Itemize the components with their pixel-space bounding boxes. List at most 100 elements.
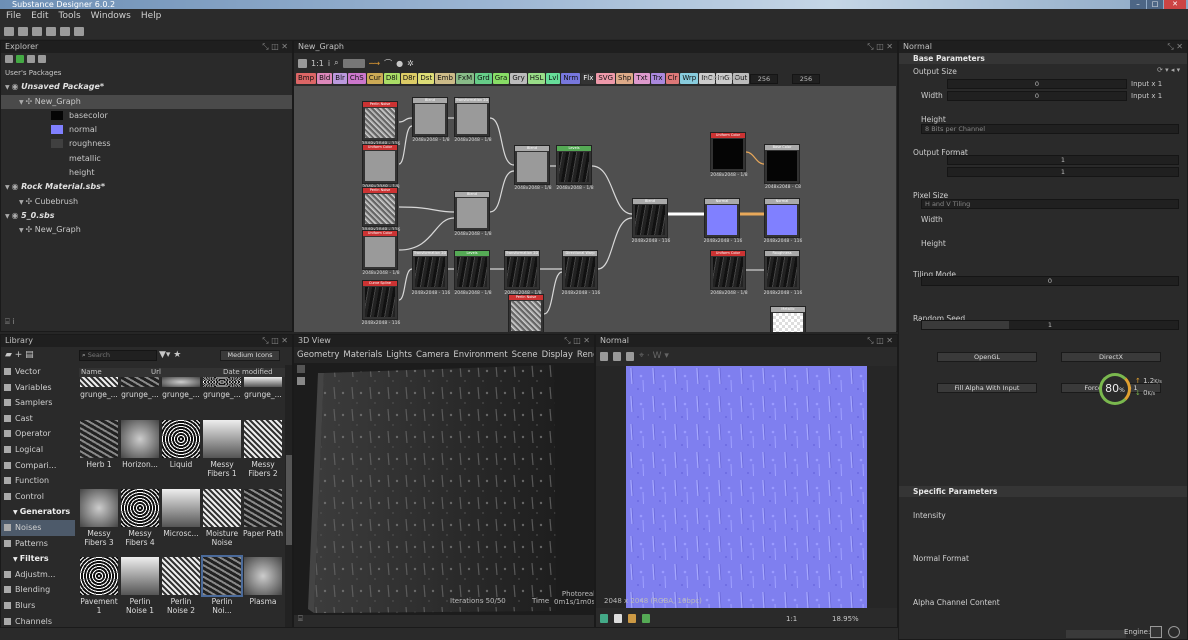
library-search-input[interactable]: ⌕ Search xyxy=(79,350,157,361)
filter-button[interactable]: Bmp xyxy=(296,73,317,84)
filter-button[interactable]: Shp xyxy=(616,73,634,84)
explorer-item[interactable]: ▼ ✣ New_Graph xyxy=(1,223,292,237)
filter-button[interactable]: Blr xyxy=(333,73,347,84)
px-height-field[interactable]: 1 xyxy=(947,167,1179,177)
filter-button[interactable]: Lvl xyxy=(546,73,561,84)
explorer-item[interactable]: height xyxy=(1,166,292,180)
view3d-footer-icon[interactable]: ⌸ xyxy=(298,614,303,624)
output-format-select[interactable]: 8 Bits per Channel xyxy=(921,124,1179,134)
filter-button[interactable]: ChS xyxy=(347,73,366,84)
filter-button[interactable]: Wrp xyxy=(680,73,699,84)
graph-node[interactable]: Levels 2048x2048 - 1/8 xyxy=(556,145,594,191)
menu-tools[interactable]: Tools xyxy=(59,9,81,24)
menu-help[interactable]: Help xyxy=(141,9,162,24)
library-category[interactable]: Operator xyxy=(1,426,75,442)
close-button[interactable]: ✕ xyxy=(1164,0,1186,9)
graph-node[interactable]: Blend 2048x2048 - 1/8 xyxy=(412,97,450,143)
library-category[interactable]: Samplers xyxy=(1,395,75,411)
graph-node[interactable]: Perlin Noise2048x2048 - 116 xyxy=(508,294,544,332)
library-item-thumbnail[interactable] xyxy=(80,420,118,458)
graph-node[interactable]: Levels 2048x2048 - 1/8 xyxy=(454,250,492,296)
graph-node[interactable]: Metallic xyxy=(770,306,806,332)
library-item-thumbnail[interactable] xyxy=(244,377,282,387)
library-scroll-thumb[interactable] xyxy=(286,455,292,545)
library-category[interactable]: Logical xyxy=(1,442,75,458)
panel-controls-icon[interactable]: ⤡ ◫ ✕ xyxy=(262,335,288,347)
graph-node[interactable]: Transformation 2D 2048x2048 - 1/8 xyxy=(454,97,492,143)
view-mode-select[interactable]: Medium Icons xyxy=(220,350,280,361)
graph-node[interactable]: Directional Warp 2048x2048 - 116 xyxy=(562,250,600,296)
save-file-icon[interactable] xyxy=(38,55,46,63)
library-item-thumbnail[interactable] xyxy=(121,420,159,458)
col-url[interactable]: Url xyxy=(151,368,161,377)
panel-controls-icon[interactable]: ⤡ ◫ ✕ xyxy=(867,335,893,347)
px-width-field[interactable]: 1 xyxy=(947,155,1179,165)
graph-node[interactable]: Normal 2048x2048 - 116 xyxy=(704,198,742,244)
graph-node[interactable]: Uniform Color 2048x2048 - 1/8 xyxy=(362,230,400,276)
tiling-mode-select[interactable]: H and V Tiling xyxy=(921,199,1179,209)
panel-controls-icon[interactable]: ⤡ ◫ ✕ xyxy=(867,41,893,53)
library-category[interactable]: Blending xyxy=(1,582,75,598)
filter-button[interactable]: Bld xyxy=(317,73,333,84)
library-item-thumbnail[interactable] xyxy=(201,555,243,597)
specific-parameters-header[interactable]: Specific Parameters xyxy=(899,486,1187,497)
rgb-channel-icon[interactable] xyxy=(600,614,608,623)
library-category[interactable]: Variables xyxy=(1,380,75,396)
filter-button[interactable]: SVG xyxy=(596,73,615,84)
maximize-button[interactable]: □ xyxy=(1147,0,1163,9)
library-category[interactable]: Cast xyxy=(1,411,75,427)
graph-node[interactable]: Blend 2048x2048 - 1/8 xyxy=(514,145,552,191)
explorer-item[interactable]: normal xyxy=(1,123,292,137)
library-item-thumbnail[interactable] xyxy=(244,489,282,527)
graph-zoom-ratio[interactable]: 1:1 xyxy=(311,59,324,68)
filter-button[interactable]: D8r xyxy=(400,73,418,84)
opengl-button[interactable]: OpenGL xyxy=(937,352,1037,362)
explorer-footer-icon[interactable]: ⌸ i xyxy=(5,317,15,327)
library-item-thumbnail[interactable] xyxy=(121,557,159,595)
filter-button[interactable]: FxM xyxy=(455,73,475,84)
view3d-menu-item[interactable]: Renderer xyxy=(577,350,594,360)
library-category[interactable]: Channels xyxy=(1,614,75,628)
library-item-thumbnail[interactable] xyxy=(203,377,241,387)
library-category[interactable]: ▼ Generators xyxy=(1,504,75,520)
alpha-channel-icon[interactable] xyxy=(614,614,622,623)
base-parameters-header[interactable]: Base Parameters xyxy=(899,53,1187,64)
library-item-thumbnail[interactable] xyxy=(162,377,200,387)
explorer-item[interactable]: ▼ ✣ Cubebrush xyxy=(1,195,292,209)
tiling-icon[interactable] xyxy=(642,614,650,623)
height-field[interactable]: 0 xyxy=(947,91,1127,101)
library-category[interactable]: Adjustm... xyxy=(1,567,75,583)
panel-controls-icon[interactable]: ⤡ ◫ ✕ xyxy=(262,41,288,53)
library-item-thumbnail[interactable] xyxy=(203,489,241,527)
view3d-menu-item[interactable]: Camera xyxy=(416,350,449,360)
panel-controls-icon[interactable]: ⤡ ◫ ✕ xyxy=(564,335,590,347)
save-icon[interactable] xyxy=(32,27,42,36)
library-category[interactable]: Function xyxy=(1,473,75,489)
library-item-thumbnail[interactable] xyxy=(121,377,159,387)
library-item-thumbnail[interactable] xyxy=(80,377,118,387)
minimize-button[interactable]: – xyxy=(1130,0,1146,9)
graph-settings-icon[interactable] xyxy=(298,58,307,68)
view2d-zoom-pct[interactable]: 18.95% xyxy=(832,615,859,623)
filter-button[interactable]: Gry xyxy=(510,73,527,84)
width-relative[interactable]: Input x 1 xyxy=(1131,78,1162,90)
light-icon[interactable] xyxy=(297,377,305,385)
save-all-icon[interactable] xyxy=(46,27,56,36)
graph-node[interactable]: Transformation 2D 2048x2048 - 116 xyxy=(412,250,450,296)
intensity-slider[interactable]: 1 xyxy=(921,320,1179,330)
settings-icon[interactable] xyxy=(600,351,608,361)
histogram-icon[interactable] xyxy=(628,614,636,623)
graph-canvas[interactable]: Perlin Noise2048x2048 - 116 Blend2048x204… xyxy=(294,86,896,332)
filter-button[interactable]: Emb xyxy=(435,73,455,84)
graph-node[interactable]: Uniform Color 2048x2048 - 1/8 xyxy=(710,132,748,178)
panel-controls-icon[interactable]: ⤡ ✕ xyxy=(1167,41,1183,53)
menu-edit[interactable]: Edit xyxy=(31,9,48,24)
parent-size-field[interactable]: 256 xyxy=(750,74,778,84)
view3d-menu-item[interactable]: Lights xyxy=(386,350,412,360)
library-category[interactable]: ▼ Filters xyxy=(1,551,75,567)
view3d-menu-item[interactable]: Scene xyxy=(512,350,538,360)
engine-icon[interactable] xyxy=(1150,626,1162,638)
library-category[interactable]: Control xyxy=(1,489,75,505)
view2d-zoom-ratio[interactable]: 1:1 xyxy=(786,615,797,623)
library-item-thumbnail[interactable] xyxy=(121,489,159,527)
